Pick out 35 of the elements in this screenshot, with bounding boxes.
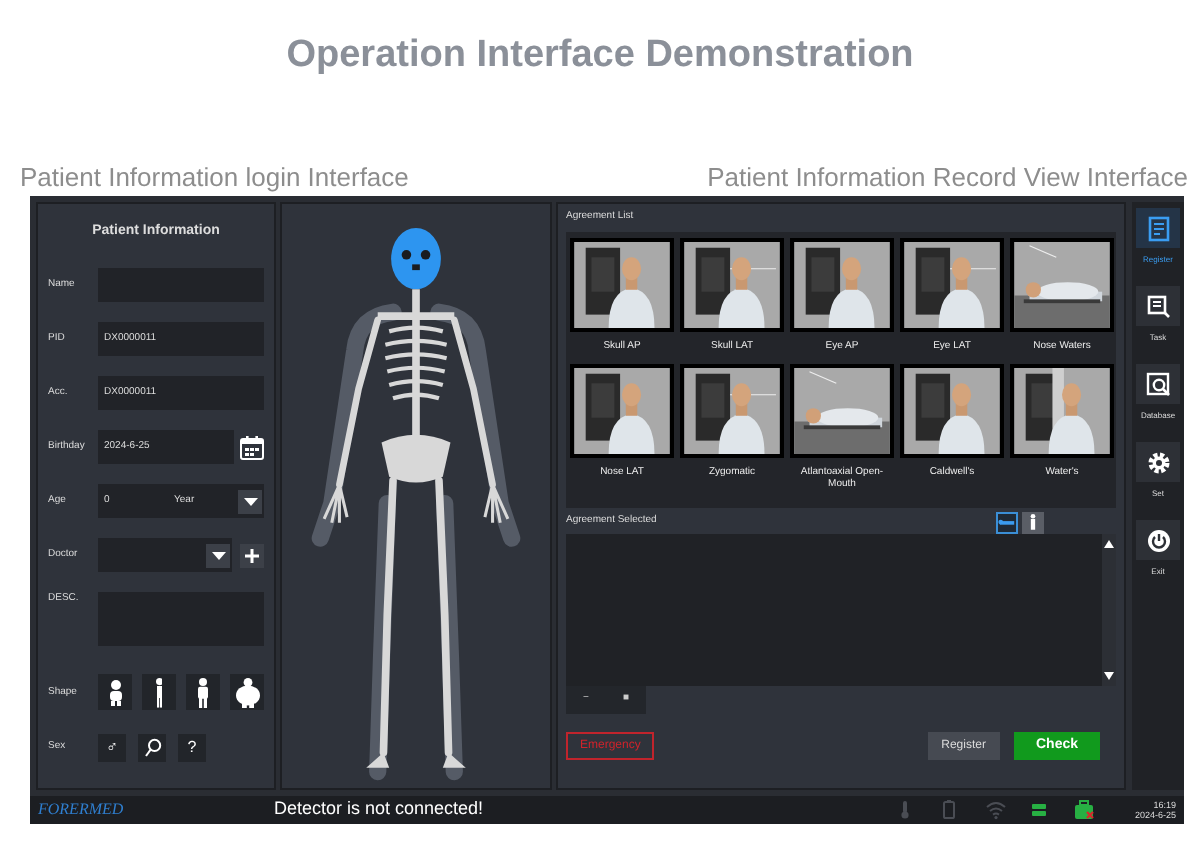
power-icon xyxy=(1145,527,1171,553)
scroll-down-icon[interactable] xyxy=(1104,671,1114,679)
plus-icon xyxy=(244,547,260,564)
scrollbar[interactable] xyxy=(1102,533,1116,685)
sidebar-button[interactable] xyxy=(1136,286,1180,326)
add-button[interactable] xyxy=(240,543,264,568)
person-icon xyxy=(155,677,163,708)
page-title: Operation Interface Demonstration xyxy=(284,32,916,78)
magnifier-icon xyxy=(1145,371,1171,397)
document-icon xyxy=(1145,215,1171,241)
status-message: Detector is not connected! xyxy=(274,796,484,822)
caption: Patient Information Record View Interface xyxy=(707,162,1188,194)
sex-button[interactable]: ? xyxy=(178,733,206,762)
person-icon xyxy=(109,679,121,707)
sidebar-button[interactable] xyxy=(1136,442,1180,482)
sex-button[interactable] xyxy=(138,733,166,762)
shape-button[interactable] xyxy=(230,674,264,711)
scroll-up-icon[interactable] xyxy=(1104,539,1114,547)
calendar-icon[interactable] xyxy=(240,435,264,460)
search-icon xyxy=(143,737,161,758)
caret-icon xyxy=(209,546,227,565)
shape-button[interactable] xyxy=(142,674,176,711)
sex-button[interactable]: ♂ xyxy=(98,733,126,762)
sidebar-button[interactable] xyxy=(1136,364,1180,404)
view-toggle[interactable] xyxy=(996,511,1018,533)
task-icon xyxy=(1145,293,1171,319)
settings-icon xyxy=(1145,449,1171,475)
shape-button[interactable] xyxy=(186,674,220,711)
person-icon xyxy=(198,677,208,708)
exit-button[interactable] xyxy=(1136,520,1180,560)
person-icon xyxy=(235,677,259,709)
caption: Patient Information login Interface xyxy=(20,162,409,194)
caret-icon xyxy=(241,492,259,511)
brand-logo: FORERMED xyxy=(38,797,126,822)
shape-button[interactable] xyxy=(98,674,132,711)
